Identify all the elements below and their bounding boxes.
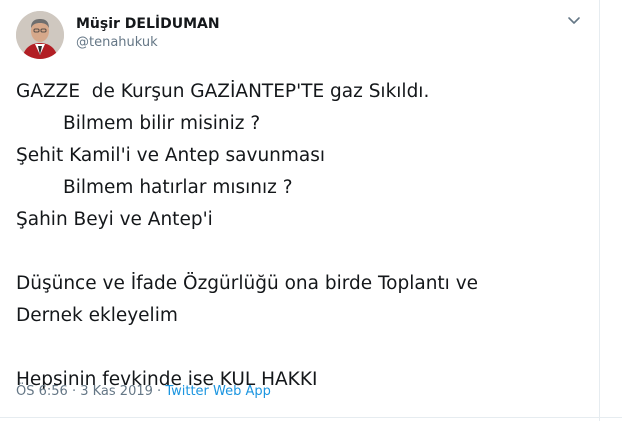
meta-separator: · (157, 384, 162, 399)
tweet-line: GAZZE de Kurşun GAZİANTEP'TE gaz Sıkıldı… (16, 81, 430, 102)
scrollbar-track[interactable] (599, 0, 600, 421)
tweet-timestamp[interactable]: ÖS 6:56 (16, 384, 68, 399)
tweet-metadata: ÖS 6:56 · 3 Kas 2019 · Twitter Web App (16, 384, 271, 399)
source-app-link[interactable]: Twitter Web App (165, 384, 271, 399)
tweet-line: Düşünce ve İfade Özgürlüğü ona birde Top… (16, 273, 479, 294)
tweet-line: Şehit Kamil'i ve Antep savunması (16, 145, 326, 166)
tweet-line: Bilmem bilir misiniz ? (16, 113, 261, 134)
divider (0, 417, 622, 418)
chevron-down-icon[interactable] (566, 12, 582, 28)
tweet-text: GAZZE de Kurşun GAZİANTEP'TE gaz Sıkıldı… (16, 76, 596, 396)
avatar-photo (16, 11, 64, 59)
tweet-line: Dernek ekleyelim (16, 305, 178, 326)
tweet-line: Bilmem hatırlar mısınız ? (16, 177, 293, 198)
tweet-line: Şahin Beyi ve Antep'i (16, 209, 213, 230)
author-name[interactable]: Müşir DELİDUMAN (76, 16, 220, 32)
meta-separator: · (71, 384, 77, 399)
avatar[interactable] (16, 11, 64, 59)
tweet-line (16, 332, 596, 364)
tweet-date[interactable]: 3 Kas 2019 (80, 384, 153, 399)
tweet-line (16, 236, 596, 268)
author-handle[interactable]: @tenahukuk (76, 35, 158, 50)
